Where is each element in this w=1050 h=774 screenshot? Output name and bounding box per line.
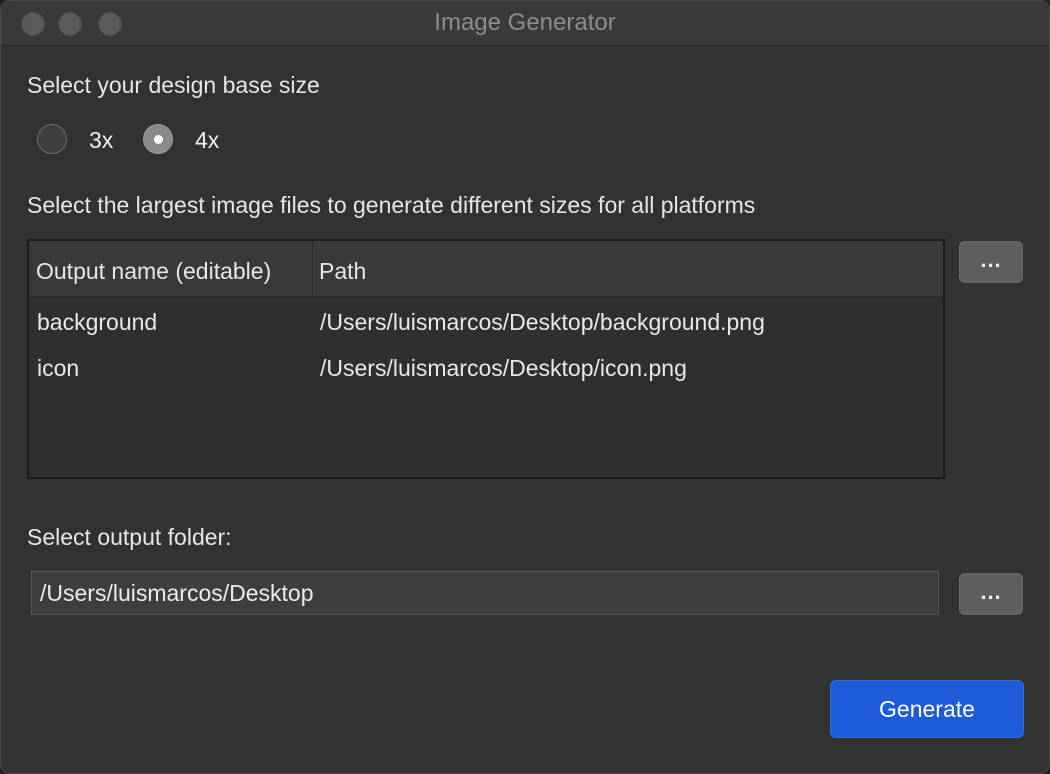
- title-bar: Image Generator: [1, 1, 1049, 46]
- radio-3x[interactable]: [37, 124, 67, 154]
- row-output-name[interactable]: background: [37, 309, 157, 336]
- files-table[interactable]: Output name (editable) Path background /…: [27, 239, 945, 479]
- radio-3x-label[interactable]: 3x: [89, 127, 113, 154]
- radio-selected-dot: [154, 135, 163, 144]
- row-path: /Users/luismarcos/Desktop/background.png: [320, 309, 765, 335]
- output-folder-label: Select output folder:: [27, 524, 232, 550]
- image-generator-window: Image Generator Select your design base …: [0, 0, 1050, 774]
- radio-4x-label[interactable]: 4x: [195, 127, 219, 154]
- window-title: Image Generator: [434, 9, 616, 36]
- table-header: Output name (editable) Path: [29, 241, 943, 297]
- base-size-label: Select your design base size: [27, 72, 320, 98]
- row-output-name[interactable]: icon: [37, 355, 79, 382]
- row-path: /Users/luismarcos/Desktop/icon.png: [320, 355, 687, 381]
- column-divider[interactable]: [312, 241, 313, 296]
- column-header-path[interactable]: Path: [319, 241, 366, 296]
- browse-output-folder-button[interactable]: ...: [959, 573, 1023, 615]
- browse-files-button[interactable]: ...: [959, 241, 1023, 283]
- radio-4x[interactable]: [143, 124, 173, 154]
- column-header-output-name[interactable]: Output name (editable): [36, 241, 271, 296]
- generate-button[interactable]: Generate: [830, 680, 1024, 738]
- output-folder-field[interactable]: /Users/luismarcos/Desktop: [31, 571, 939, 615]
- files-label: Select the largest image files to genera…: [27, 192, 756, 218]
